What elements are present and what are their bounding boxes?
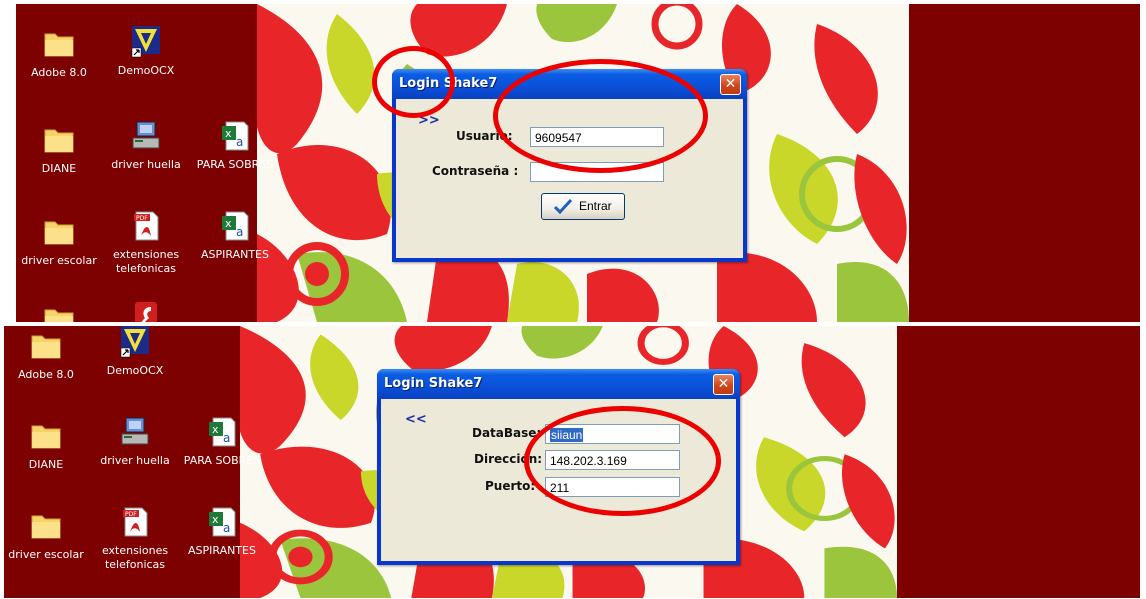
svg-text:x: x (225, 217, 232, 230)
close-button[interactable]: ✕ (713, 374, 734, 395)
puerto-label: Puerto: (485, 479, 536, 493)
excel-icon: xa (205, 506, 239, 538)
screenshot-bottom: Adobe 8.0 DemoOCX DIANE driver huella xa… (4, 326, 1140, 598)
desktop-icon-para-sobres[interactable]: xa PARA SOBRES (176, 416, 268, 468)
svg-text:x: x (212, 513, 219, 526)
desktop-icon-aspirantes[interactable]: xa ASPIRANTES (176, 506, 268, 558)
desktop-icon-diane[interactable]: DIANE (16, 124, 105, 176)
checkmark-icon (554, 198, 572, 214)
folder-icon (29, 420, 63, 452)
desktop-icon-adobe[interactable]: Adobe 8.0 (16, 28, 105, 80)
desktop-icon-driver-huella[interactable]: driver huella (89, 416, 181, 468)
svg-text:x: x (212, 423, 219, 436)
desktop-background-right (897, 326, 1140, 598)
folder-icon (29, 330, 63, 362)
svg-text:a: a (223, 431, 230, 445)
screenshot-top: Adobe 8.0 DemoOCX DIANE driver huella xa… (16, 4, 1140, 322)
svg-text:a: a (236, 135, 243, 149)
close-icon: ✕ (724, 76, 737, 92)
entrar-button[interactable]: Entrar (541, 193, 625, 220)
desktop-icon-flash-partial[interactable] (100, 300, 192, 322)
svg-text:PDF: PDF (136, 215, 148, 222)
desktop-icon-extensiones[interactable]: PDF extensiones telefonicas (100, 210, 192, 276)
desktop-icon-driver-escolar[interactable]: driver escolar (16, 216, 105, 268)
svg-text:x: x (225, 127, 232, 140)
folder-icon (42, 216, 76, 248)
driver-icon (118, 416, 152, 448)
desktop-icon-para-sobres[interactable]: xa PARA SOBRES (189, 120, 281, 172)
svg-text:a: a (223, 521, 230, 535)
pdf-icon: PDF (129, 210, 163, 242)
demoocx-icon (118, 326, 152, 358)
svg-text:PDF: PDF (125, 511, 137, 518)
desktop-icon-diane[interactable]: DIANE (4, 420, 92, 472)
desktop-icon-demoocx[interactable]: DemoOCX (89, 326, 181, 378)
folder-icon (42, 124, 76, 156)
desktop-icon-folder-partial[interactable] (16, 304, 105, 322)
demoocx-icon (129, 26, 163, 58)
annotation-circle-usuario (493, 59, 708, 173)
close-button[interactable]: ✕ (720, 74, 741, 95)
folder-icon (42, 28, 76, 60)
desktop-icon-aspirantes[interactable]: xa ASPIRANTES (189, 210, 281, 262)
close-icon: ✕ (717, 376, 730, 392)
folder-icon (29, 510, 63, 542)
dialog-titlebar[interactable]: Login Shake7 ✕ (377, 369, 740, 399)
dialog-title: Login Shake7 (384, 376, 483, 391)
excel-icon: xa (205, 416, 239, 448)
desktop-background-right (909, 4, 1140, 322)
driver-icon (129, 120, 163, 152)
excel-icon: xa (218, 120, 252, 152)
folder-icon (42, 304, 76, 322)
database-label: DataBase: (472, 426, 542, 440)
entrar-button-label: Entrar (579, 199, 612, 213)
password-label: Contraseña : (432, 164, 519, 178)
desktop-icon-extensiones[interactable]: PDF extensiones telefonicas (89, 506, 181, 572)
excel-icon: xa (218, 210, 252, 242)
desktop-icon-demoocx[interactable]: DemoOCX (100, 26, 192, 78)
desktop-icon-adobe[interactable]: Adobe 8.0 (4, 330, 92, 382)
svg-text:a: a (236, 225, 243, 239)
desktop-icon-driver-huella[interactable]: driver huella (100, 120, 192, 172)
desktop-icon-driver-escolar[interactable]: driver escolar (4, 510, 92, 562)
pdf-icon: PDF (118, 506, 152, 538)
annotation-circle-expand (372, 46, 455, 118)
collapse-settings-link[interactable]: << (405, 412, 427, 427)
flash-icon (129, 300, 163, 322)
annotation-circle-connection (524, 406, 721, 516)
